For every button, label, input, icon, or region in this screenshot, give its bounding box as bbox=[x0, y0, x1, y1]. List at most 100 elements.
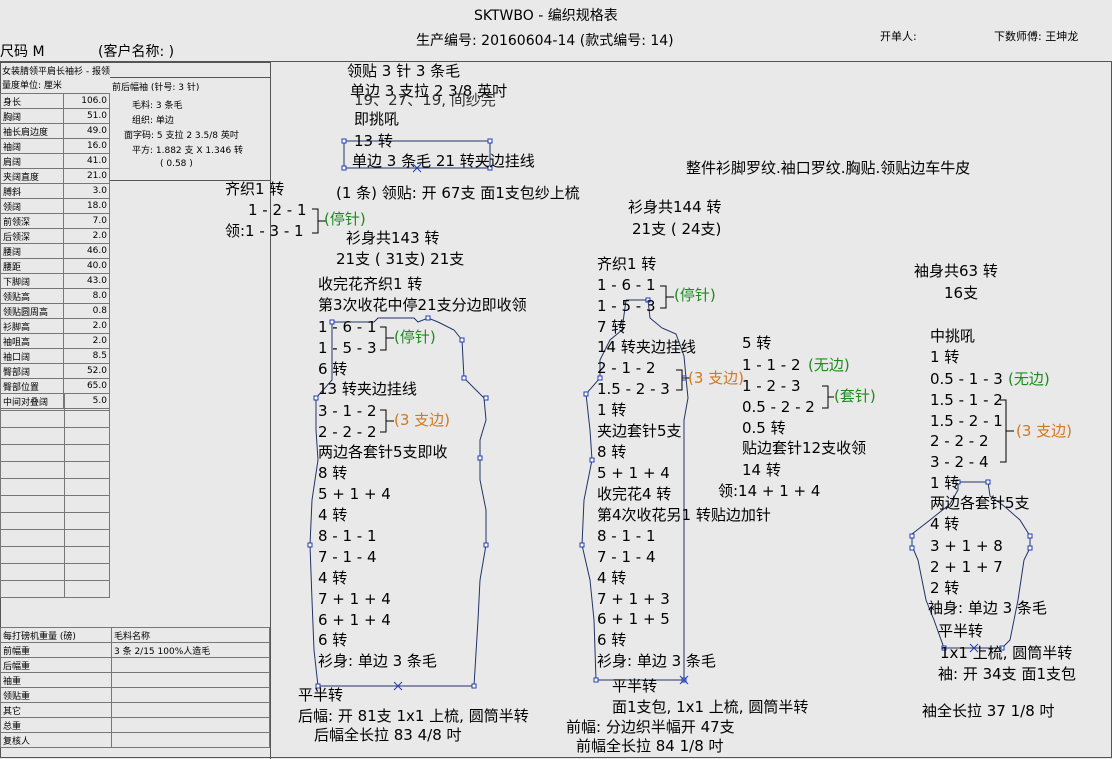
sleeve-s14: 2 + 1 + 7 bbox=[930, 558, 1003, 576]
back-neck-2: 领:1 - 3 - 1 bbox=[225, 222, 304, 240]
back-a-stop: (停针) bbox=[394, 328, 436, 346]
front-f2: 面1支包, 1x1 上梳, 圆筒半转 bbox=[612, 698, 809, 716]
back-a1: 1 - 6 - 1 bbox=[318, 318, 377, 336]
finishing-note: 整件衫脚罗纹.袖口罗纹.胸贴.领贴边车牛皮 bbox=[686, 159, 971, 177]
sleeve-s19: 袖: 开 34支 面1支包 bbox=[938, 665, 1076, 683]
collar-line-5: 13 转 bbox=[354, 132, 393, 150]
front-b10: 6 转 bbox=[597, 631, 627, 649]
back-a4: 13 转夹边挂线 bbox=[318, 380, 417, 398]
neck-n3-note: (套针) bbox=[834, 387, 876, 405]
back-b1: 8 转 bbox=[318, 464, 348, 482]
bracket bbox=[380, 409, 394, 433]
sleeve-s1: 袖身共63 转 bbox=[914, 262, 998, 280]
front-b11: 衫身: 单边 3 条毛 bbox=[597, 652, 716, 670]
sleeve-s15: 2 转 bbox=[930, 579, 960, 597]
back-a7: 两边各套针5支即收 bbox=[318, 443, 448, 461]
collar-line-1: 领贴 3 针 3 条毛 bbox=[347, 62, 461, 80]
back-a2: 1 - 5 - 3 bbox=[318, 339, 377, 357]
front-a7: 1 转 bbox=[597, 401, 627, 419]
front-f4: 前幅全长拉 84 1/8 吋 bbox=[576, 737, 724, 755]
collar-line-3: 19、27、19, 间纱完 bbox=[354, 91, 496, 109]
back-top-1: 齐织1 转 bbox=[225, 180, 285, 198]
sleeve-s7: 1.5 - 2 - 1 bbox=[930, 412, 1003, 430]
back-neck-stop: (停针) bbox=[324, 210, 366, 228]
sleeve-s18: 1x1 上梳, 圆筒半转 bbox=[940, 644, 1073, 662]
back-b9: 6 转 bbox=[318, 631, 348, 649]
back-a6: 2 - 2 - 2 bbox=[318, 423, 377, 441]
sleeve-s5: 0.5 - 1 - 3 bbox=[930, 370, 1003, 388]
back-a-edge: (3 支边) bbox=[394, 411, 451, 429]
front-a-edge: (3 支边) bbox=[688, 369, 745, 387]
neck-n4: 0.5 - 2 - 2 bbox=[742, 398, 815, 416]
sleeve-s3: 中挑吼 bbox=[930, 327, 976, 345]
sleeve-s10: 1 转 bbox=[930, 474, 960, 492]
front-a8: 夹边套针5支 bbox=[597, 422, 682, 440]
front-b4: 第4次收花另1 转贴边加针 bbox=[597, 506, 771, 524]
collar-line-7: (1 条) 领贴: 开 67支 面1支包纱上梳 bbox=[336, 184, 580, 202]
sleeve-s5-note: (无边) bbox=[1008, 370, 1050, 388]
front-f1: 平半转 bbox=[612, 677, 658, 695]
back-b2: 5 + 1 + 4 bbox=[318, 485, 391, 503]
sleeve-s4: 1 转 bbox=[930, 348, 960, 366]
back-a3: 6 转 bbox=[318, 360, 348, 378]
front-b9: 6 + 1 + 5 bbox=[597, 610, 670, 628]
sleeve-s8: 2 - 2 - 2 bbox=[930, 432, 989, 450]
bracket bbox=[380, 326, 394, 351]
front-a5: 2 - 1 - 2 bbox=[597, 359, 656, 377]
front-a3: 7 转 bbox=[597, 318, 627, 336]
collar-line-6: 单边 3 条毛 21 转夹边挂线 bbox=[352, 152, 535, 170]
sleeve-s9: 3 - 2 - 4 bbox=[930, 453, 989, 471]
neck-n2: 1 - 1 - 2 bbox=[742, 356, 801, 374]
front-b8: 7 + 1 + 3 bbox=[597, 590, 670, 608]
back-c1: 收完花齐织1 转 bbox=[318, 275, 423, 293]
bracket bbox=[1000, 399, 1014, 463]
back-b6: 4 转 bbox=[318, 569, 348, 587]
back-b10: 衫身: 单边 3 条毛 bbox=[318, 652, 437, 670]
back-b3: 4 转 bbox=[318, 506, 348, 524]
neck-n5: 0.5 转 bbox=[742, 419, 786, 437]
back-b4: 8 - 1 - 1 bbox=[318, 527, 377, 545]
sleeve-edge: (3 支边) bbox=[1016, 422, 1073, 440]
back-neck-1: 1 - 2 - 1 bbox=[248, 201, 307, 219]
sleeve-s13: 3 + 1 + 8 bbox=[930, 537, 1003, 555]
back-c2: 第3次收花中停21支分边即收领 bbox=[318, 296, 527, 314]
front-f3: 前幅: 分边织半幅开 47支 bbox=[566, 718, 735, 736]
sleeve-s6: 1.5 - 1 - 2 bbox=[930, 391, 1003, 409]
front-a6: 1.5 - 2 - 3 bbox=[597, 380, 670, 398]
sleeve-s11: 两边各套针5支 bbox=[930, 494, 1030, 512]
front-b2: 5 + 1 + 4 bbox=[597, 464, 670, 482]
front-a4: 14 转夹边挂线 bbox=[597, 338, 696, 356]
back-f2: 后幅: 开 81支 1x1 上梳, 圆筒半转 bbox=[298, 707, 529, 725]
sleeve-s2: 16支 bbox=[944, 284, 979, 302]
back-b5: 7 - 1 - 4 bbox=[318, 548, 377, 566]
back-b7: 7 + 1 + 4 bbox=[318, 590, 391, 608]
front-b7: 4 转 bbox=[597, 569, 627, 587]
front-a1: 1 - 6 - 1 bbox=[597, 276, 656, 294]
back-f1: 平半转 bbox=[298, 686, 344, 704]
back-body-2: 21支 ( 31支) 21支 bbox=[336, 250, 465, 268]
sleeve-s16: 袖身: 单边 3 条毛 bbox=[928, 599, 1047, 617]
bracket bbox=[822, 385, 834, 409]
neck-n6: 贴边套针12支收领 bbox=[742, 439, 867, 457]
neck-n2-note: (无边) bbox=[808, 356, 850, 374]
front-b3: 收完花4 转 bbox=[597, 485, 672, 503]
neck-n8: 领:14 + 1 + 4 bbox=[718, 482, 821, 500]
sleeve-s12: 4 转 bbox=[930, 515, 960, 533]
back-body-1: 衫身共143 转 bbox=[346, 229, 440, 247]
sleeve-s20: 袖全长拉 37 1/8 吋 bbox=[922, 702, 1055, 720]
sleeve-s17: 平半转 bbox=[938, 622, 984, 640]
front-b1: 8 转 bbox=[597, 443, 627, 461]
back-a5: 3 - 1 - 2 bbox=[318, 402, 377, 420]
neck-n7: 14 转 bbox=[742, 461, 781, 479]
bracket bbox=[660, 285, 674, 309]
front-b5: 8 - 1 - 1 bbox=[597, 527, 656, 545]
neck-n1: 5 转 bbox=[742, 334, 772, 352]
collar-line-4: 即挑吼 bbox=[354, 110, 400, 128]
neck-n3: 1 - 2 - 3 bbox=[742, 377, 801, 395]
front-a2: 1 - 5 - 3 bbox=[597, 297, 656, 315]
back-b8: 6 + 1 + 4 bbox=[318, 611, 391, 629]
front-a-stop: (停针) bbox=[674, 286, 716, 304]
front-body-1: 衫身共144 转 bbox=[628, 198, 722, 216]
front-body-2: 21支 ( 24支) bbox=[632, 220, 722, 238]
front-b6: 7 - 1 - 4 bbox=[597, 548, 656, 566]
